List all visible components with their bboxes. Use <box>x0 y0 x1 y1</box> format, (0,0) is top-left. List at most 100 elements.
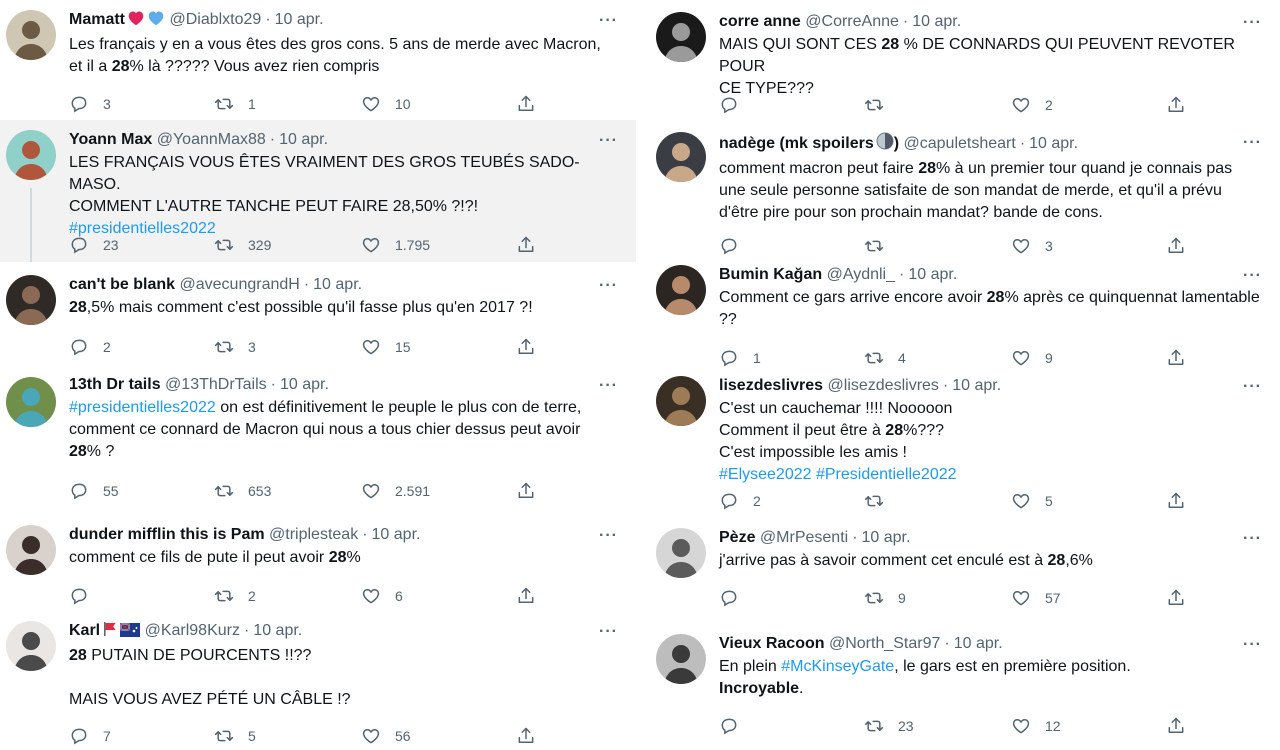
display-name[interactable]: Mamatt <box>69 11 125 28</box>
tweet-date[interactable]: 10 apr. <box>862 529 911 546</box>
tweet-date[interactable]: 10 apr. <box>280 376 329 393</box>
retweet-button[interactable]: 3 <box>214 336 256 358</box>
tweet[interactable]: nadège (mk spoilers) @capuletsheart · 10 a… <box>650 125 1280 265</box>
more-icon[interactable]: ··· <box>1243 14 1262 32</box>
more-icon[interactable]: ··· <box>599 132 618 150</box>
like-button[interactable]: 3 <box>1011 235 1053 257</box>
retweet-button[interactable]: 4 <box>864 347 906 369</box>
share-button[interactable] <box>516 336 550 358</box>
retweet-button[interactable]: 653 <box>214 480 271 502</box>
more-icon[interactable]: ··· <box>1243 134 1262 152</box>
share-button[interactable] <box>516 585 550 607</box>
avatar[interactable] <box>656 528 706 578</box>
display-name[interactable]: Karl <box>69 622 100 639</box>
avatar[interactable] <box>656 132 706 182</box>
tweet[interactable]: 13th Dr tails @13ThDrTails · 10 apr. ··· #pr… <box>0 367 636 507</box>
reply-button[interactable] <box>719 235 753 257</box>
hashtag-link[interactable]: #presidentielles2022 <box>69 399 216 416</box>
user-handle[interactable]: @13ThDrTails <box>165 376 267 393</box>
avatar[interactable] <box>6 525 56 575</box>
share-button[interactable] <box>1166 587 1200 609</box>
retweet-button[interactable] <box>864 94 898 116</box>
tweet-date[interactable]: 10 apr. <box>912 13 961 30</box>
reply-button[interactable] <box>69 585 103 607</box>
retweet-button[interactable]: 1 <box>214 93 256 115</box>
tweet[interactable]: Mamatt @Diablxto29 · 10 apr. ··· Les françai… <box>0 0 636 120</box>
more-icon[interactable]: ··· <box>599 527 618 545</box>
like-button[interactable]: 6 <box>361 585 403 607</box>
share-button[interactable] <box>1166 235 1200 257</box>
more-icon[interactable]: ··· <box>599 12 618 30</box>
user-handle[interactable]: @YoannMax88 <box>157 131 266 148</box>
avatar[interactable] <box>6 10 56 60</box>
more-icon[interactable]: ··· <box>1243 378 1262 396</box>
more-icon[interactable]: ··· <box>599 377 618 395</box>
share-button[interactable] <box>516 480 550 502</box>
reply-button[interactable]: 3 <box>69 93 111 115</box>
tweet-date[interactable]: 10 apr. <box>952 377 1001 394</box>
hashtag-link[interactable]: #Presidentielle2022 <box>816 466 957 483</box>
tweet[interactable]: Bumin Kağan @Aydnli_ · 10 apr. ··· Comment c… <box>650 258 1280 373</box>
avatar[interactable] <box>656 376 706 426</box>
user-handle[interactable]: @capuletsheart <box>904 135 1016 152</box>
retweet-button[interactable]: 5 <box>214 725 256 747</box>
retweet-button[interactable]: 9 <box>864 587 906 609</box>
display-name[interactable]: Yoann Max <box>69 131 152 148</box>
tweet[interactable]: Yoann Max @YoannMax88 · 10 apr. ··· LES FRAN… <box>0 120 636 262</box>
tweet[interactable]: Pèze @MrPesenti · 10 apr. ··· j'arrive pas à… <box>650 520 1280 620</box>
share-button[interactable] <box>516 93 550 115</box>
display-name[interactable]: dunder mifflin this is Pam <box>69 526 265 543</box>
tweet-date[interactable]: 10 apr. <box>279 131 328 148</box>
tweet[interactable]: dunder mifflin this is Pam @triplesteak ·… <box>0 520 636 610</box>
retweet-button[interactable] <box>864 490 898 512</box>
retweet-button[interactable] <box>864 235 898 257</box>
tweet-date[interactable]: 10 apr. <box>954 635 1003 652</box>
display-name[interactable]: Bumin Kağan <box>719 266 822 283</box>
user-handle[interactable]: @Karl98Kurz <box>145 622 240 639</box>
display-name[interactable]: 13th Dr tails <box>69 376 161 393</box>
like-button[interactable]: 12 <box>1011 715 1061 737</box>
tweet-date[interactable]: 10 apr. <box>1029 135 1078 152</box>
more-icon[interactable]: ··· <box>1243 530 1262 548</box>
like-button[interactable]: 9 <box>1011 347 1053 369</box>
avatar[interactable] <box>656 265 706 315</box>
hashtag-link[interactable]: #Elysee2022 <box>719 466 812 483</box>
tweet[interactable]: Vieux Racoon @North_Star97 · 10 apr. ··· En … <box>650 626 1280 750</box>
like-button[interactable]: 5 <box>1011 490 1053 512</box>
like-button[interactable]: 15 <box>361 336 411 358</box>
user-handle[interactable]: @MrPesenti <box>760 529 848 546</box>
reply-button[interactable]: 7 <box>69 725 111 747</box>
tweet[interactable]: can't be blank @avecungrandH · 10 apr. ··· 2… <box>0 265 636 365</box>
display-name[interactable]: nadège (mk spoilers <box>719 135 874 152</box>
reply-button[interactable] <box>719 587 753 609</box>
like-button[interactable]: 10 <box>361 93 411 115</box>
share-button[interactable] <box>1166 490 1200 512</box>
user-handle[interactable]: @Diablxto29 <box>169 11 261 28</box>
reply-button[interactable] <box>719 94 753 116</box>
avatar[interactable] <box>6 377 56 427</box>
user-handle[interactable]: @lisezdeslivres <box>828 377 939 394</box>
share-button[interactable] <box>1166 347 1200 369</box>
display-name[interactable]: Pèze <box>719 529 755 546</box>
reply-button[interactable]: 2 <box>719 490 761 512</box>
display-name[interactable]: Vieux Racoon <box>719 635 825 652</box>
display-name[interactable]: corre anne <box>719 13 801 30</box>
user-handle[interactable]: @triplesteak <box>269 526 358 543</box>
reply-button[interactable]: 23 <box>69 234 119 256</box>
user-handle[interactable]: @avecungrandH <box>180 276 300 293</box>
hashtag-link[interactable]: #McKinseyGate <box>781 658 894 675</box>
more-icon[interactable]: ··· <box>1243 267 1262 285</box>
tweet[interactable]: Karl @Karl98Kurz · 10 apr. ··· 28 PUTAIN DE … <box>0 613 636 750</box>
reply-button[interactable]: 55 <box>69 480 119 502</box>
tweet[interactable]: corre anne @CorreAnne · 10 apr. ··· MAIS QUI… <box>650 4 1280 124</box>
reply-button[interactable] <box>719 715 753 737</box>
display-name[interactable]: can't be blank <box>69 276 175 293</box>
like-button[interactable]: 2 <box>1011 94 1053 116</box>
user-handle[interactable]: @North_Star97 <box>829 635 940 652</box>
avatar[interactable] <box>6 621 56 671</box>
like-button[interactable]: 1.795 <box>361 234 430 256</box>
avatar[interactable] <box>6 130 56 180</box>
reply-button[interactable]: 1 <box>719 347 761 369</box>
reply-button[interactable]: 2 <box>69 336 111 358</box>
retweet-button[interactable]: 329 <box>214 234 271 256</box>
